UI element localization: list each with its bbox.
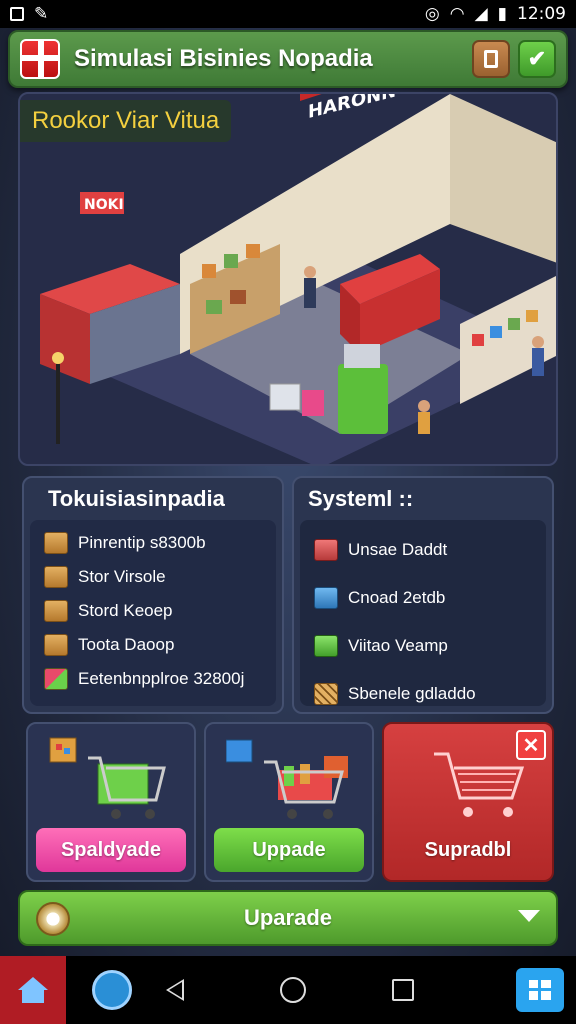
spaldyade-button[interactable]: Spaldyade: [36, 828, 186, 872]
list-item-label: Eetenbnpplroe 32800j: [78, 669, 245, 688]
green-box-icon: [314, 635, 338, 657]
list-item-label: Stor Virsole: [78, 567, 166, 586]
grid-icon: [314, 683, 338, 705]
panel-title: Systeml ::: [308, 486, 414, 511]
system-list: Unsae Daddt Cnoad 2etdb Viitao Veamp Sbe…: [300, 520, 546, 706]
upgrade-card-red: ✕ Supradbl: [382, 722, 554, 882]
boxes-icon: [44, 532, 68, 554]
list-item[interactable]: Unsae Daddt: [300, 526, 546, 574]
gift-icon[interactable]: [20, 39, 60, 79]
list-item-label: Unsae Daddt: [348, 540, 448, 559]
list-item[interactable]: Sbenele gdladdo: [300, 670, 546, 718]
upgrade-label: Uparade: [243, 905, 333, 930]
document-icon: [484, 50, 498, 68]
app-title: Simulasi Bisinies Nopadia: [74, 45, 373, 72]
upgrade-button[interactable]: Uparade: [18, 890, 558, 946]
kiosk-sign: NOKI: [84, 197, 124, 213]
box-icon: [44, 566, 68, 588]
isometric-store-illustration: HARONN NOKI: [40, 94, 556, 464]
product-icon: [44, 668, 68, 690]
store-sign: HARONN: [308, 94, 396, 123]
battery-icon: ▮: [497, 4, 507, 24]
navigation-bar: [0, 956, 576, 1024]
checkmark-icon: ✔: [527, 46, 547, 71]
back-icon[interactable]: [166, 979, 184, 1001]
clock-icon: [36, 902, 70, 936]
confirm-button[interactable]: ✔: [518, 40, 556, 78]
business-panel: Tokuisiasinpadia Pinrentip s8300b Stor V…: [22, 476, 284, 714]
wifi-icon: ◠: [449, 4, 465, 24]
chevron-down-icon[interactable]: [518, 910, 540, 922]
box-icon: [44, 634, 68, 656]
panel-title: Tokuisiasinpadia: [48, 486, 225, 511]
screenshot-icon: [10, 7, 24, 21]
uppade-button[interactable]: Uppade: [214, 828, 364, 872]
list-item[interactable]: Viitao Veamp: [300, 622, 546, 670]
list-item[interactable]: Stord Keoep: [30, 594, 276, 628]
title-bar: Simulasi Bisinies Nopadia ✔: [8, 30, 568, 88]
list-item[interactable]: Eetenbnpplroe 32800j: [30, 662, 276, 696]
vibrate-icon: ◎: [424, 4, 440, 24]
apps-button[interactable]: [516, 968, 564, 1012]
home-circle-icon[interactable]: [280, 977, 306, 1003]
scene-label: Rookor Viar Vitua: [20, 100, 232, 142]
list-item[interactable]: Toota Daoop: [30, 628, 276, 662]
list-item-label: Stord Keoep: [78, 601, 173, 620]
notification-icon: ✎: [34, 4, 49, 24]
grid-icon: [529, 980, 551, 1000]
cart-icon: [226, 739, 348, 819]
list-item-label: Cnoad 2etdb: [348, 588, 446, 607]
home-button[interactable]: [0, 956, 66, 1024]
upgrade-card-pink: Spaldyade: [26, 722, 196, 882]
list-item[interactable]: Cnoad 2etdb: [300, 574, 546, 622]
recent-apps-icon[interactable]: [392, 979, 414, 1001]
list-item-label: Viitao Veamp: [348, 636, 448, 655]
list-item-label: Sbenele gdladdo: [348, 684, 476, 703]
signal-icon: ◢: [474, 4, 488, 24]
blue-box-icon: [314, 587, 338, 609]
clock: 12:09: [517, 4, 566, 24]
cart-icon: [434, 752, 525, 817]
store-scene[interactable]: Rookor Viar Vitua HARONN NOKI: [18, 92, 558, 466]
list-item[interactable]: Stor Virsole: [30, 560, 276, 594]
cart-icon: [49, 737, 166, 819]
list-item-label: Pinrentip s8300b: [78, 533, 206, 552]
list-item-label: Toota Daoop: [78, 635, 175, 654]
menu-button[interactable]: [472, 40, 510, 78]
status-bar: ✎ ◎ ◠ ◢ ▮ 12:09: [0, 0, 576, 28]
business-list: Pinrentip s8300b Stor Virsole Stord Keoe…: [30, 520, 276, 706]
supradbl-button[interactable]: Supradbl: [392, 828, 544, 872]
system-panel: Systeml :: Unsae Daddt Cnoad 2etdb Viita…: [292, 476, 554, 714]
list-item[interactable]: Pinrentip s8300b: [30, 526, 276, 560]
chat-icon[interactable]: [92, 970, 132, 1010]
red-box-icon: [314, 539, 338, 561]
upgrade-card-green: Uppade: [204, 722, 374, 882]
box-icon: [44, 600, 68, 622]
home-icon: [18, 977, 48, 1003]
